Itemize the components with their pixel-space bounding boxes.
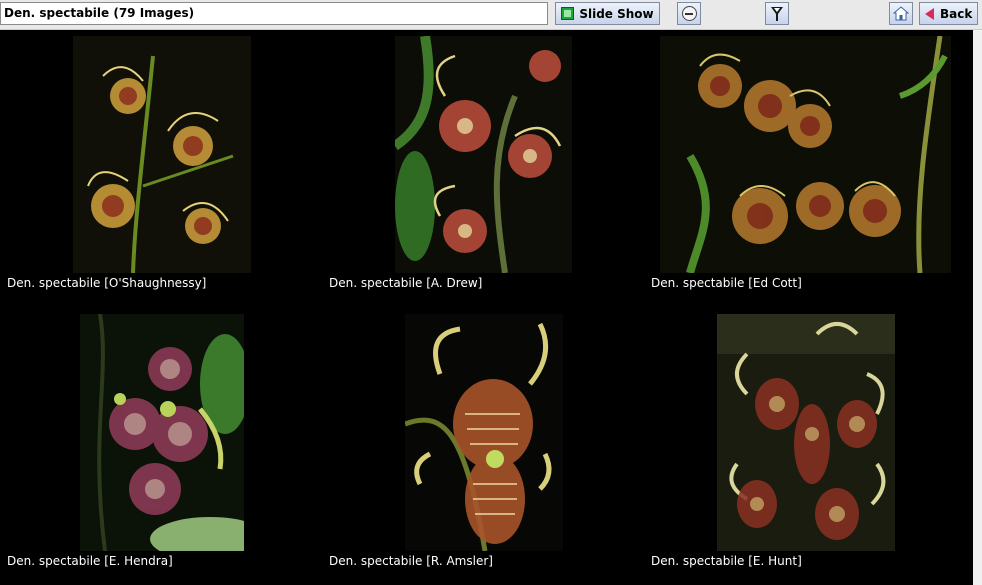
filter-button[interactable]: [765, 2, 789, 25]
filter-icon: [771, 6, 783, 21]
thumbnail-caption-5[interactable]: Den. spectabile [R. Amsler]: [329, 554, 493, 568]
thumbnail-image-2[interactable]: [395, 36, 572, 273]
home-button[interactable]: [889, 2, 913, 25]
thumbnail-image-4[interactable]: [80, 314, 244, 551]
thumbnail-image-1[interactable]: [73, 36, 251, 273]
scrollbar-gutter[interactable]: [973, 30, 982, 585]
back-label: Back: [940, 6, 973, 21]
thumbnail-caption-3[interactable]: Den. spectabile [Ed Cott]: [651, 276, 802, 290]
gallery-title-field: Den. spectabile (79 Images): [0, 2, 548, 25]
thumbnail-image-5[interactable]: [405, 314, 563, 551]
thumbnail-gallery: Den. spectabile [O'Shaughnessy] Den. spe…: [0, 30, 973, 585]
zoom-out-button[interactable]: [677, 2, 701, 25]
home-icon: [893, 6, 909, 21]
thumbnail-caption-4[interactable]: Den. spectabile [E. Hendra]: [7, 554, 173, 568]
thumbnail-caption-6[interactable]: Den. spectabile [E. Hunt]: [651, 554, 802, 568]
thumbnail-caption-1[interactable]: Den. spectabile [O'Shaughnessy]: [7, 276, 206, 290]
slideshow-icon: [561, 7, 574, 20]
back-button[interactable]: Back: [919, 2, 978, 25]
thumbnail-caption-2[interactable]: Den. spectabile [A. Drew]: [329, 276, 482, 290]
thumbnail-image-6[interactable]: [717, 314, 895, 551]
zoom-out-icon: [681, 6, 697, 21]
back-arrow-icon: [925, 8, 934, 20]
slideshow-label: Slide Show: [579, 6, 654, 21]
thumbnail-image-3[interactable]: [660, 36, 951, 273]
slideshow-button[interactable]: Slide Show: [555, 2, 660, 25]
toolbar: Den. spectabile (79 Images) Slide Show B…: [0, 0, 982, 30]
